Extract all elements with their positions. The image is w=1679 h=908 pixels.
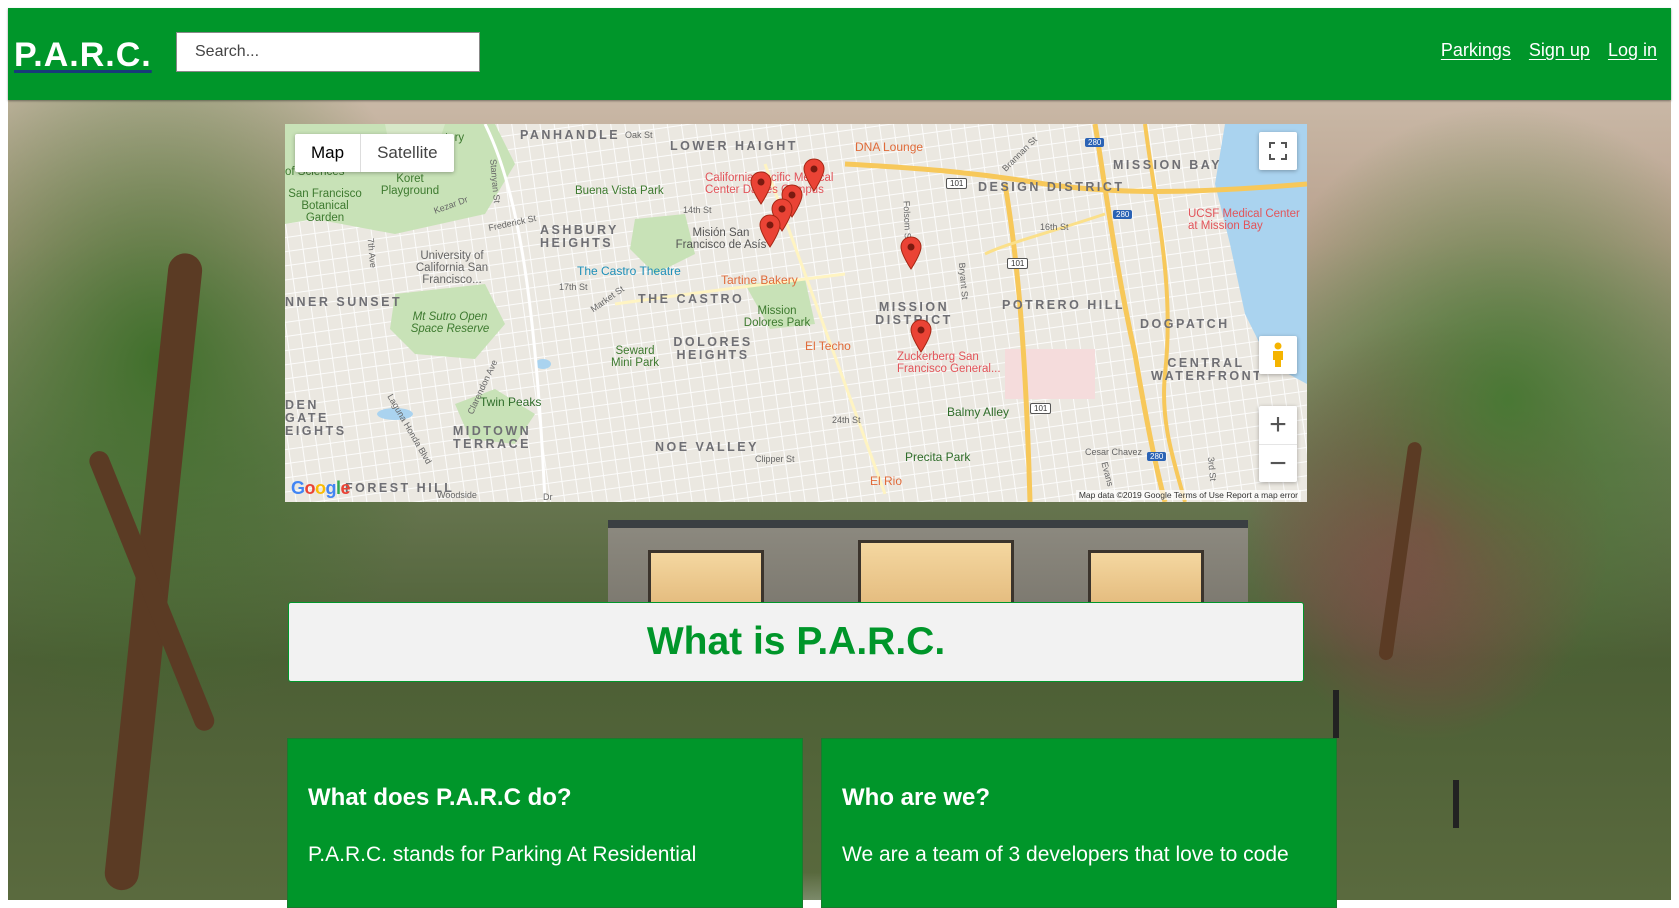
map-label-street: 3rd St <box>1205 456 1219 482</box>
map-label-area: DOGPATCH <box>1140 317 1230 331</box>
map-label-area: MIDTOWN TERRACE <box>452 424 532 451</box>
card-title: Who are we? <box>842 784 991 811</box>
highway-shield: 101 <box>1030 403 1052 414</box>
map-label-poi: Balmy Alley <box>947 405 1010 419</box>
info-card-who: Who are we? We are a team of 3 developer… <box>821 738 1337 908</box>
card-body: P.A.R.C. stands for Parking At Residenti… <box>308 843 697 866</box>
map-label-poi: Misión San Francisco de Asís <box>675 227 767 251</box>
nav-links: Parkings Sign up Log in <box>1441 40 1657 61</box>
map-label-park: Buena Vista Park <box>575 185 664 197</box>
map-label-poi: The Castro Theatre <box>577 264 681 278</box>
map-label-street: 17th St <box>559 282 588 292</box>
map-label-area: POTRERO HILL <box>1002 298 1126 312</box>
highway-shield: 101 <box>946 178 968 189</box>
map-label-area: PANHANDLE <box>520 128 621 142</box>
map-label-area: CENTRAL WATERFRONT <box>1151 356 1264 383</box>
map-label-park: Koret Playground <box>380 173 440 197</box>
map-marker-icon[interactable] <box>750 171 772 205</box>
highway-shield: 280 <box>1085 138 1105 147</box>
zoom-out-button[interactable]: − <box>1259 445 1297 483</box>
map-label-street: 14th St <box>683 205 712 215</box>
map-label-street: Oak St <box>625 130 653 140</box>
map-label-poi: University of California San Francisco..… <box>415 250 489 286</box>
google-logo: Google <box>291 478 351 498</box>
pegman-icon <box>1273 342 1283 367</box>
map-label-area: NNER SUNSET <box>285 295 403 309</box>
map-label-poi: El Techo <box>805 339 851 353</box>
map-label-area: DESIGN DISTRICT <box>978 180 1125 194</box>
map-label-area: ASHBURY HEIGHTS <box>540 223 619 250</box>
map-label-hospital: UCSF Medical Center at Mission Bay <box>1188 208 1300 232</box>
card-title: What does P.A.R.C do? <box>308 784 572 811</box>
nav-link-parkings[interactable]: Parkings <box>1441 40 1511 61</box>
map-label-street: Woodside <box>437 490 477 500</box>
highway-shield: 101 <box>1007 258 1029 269</box>
info-card-what: What does P.A.R.C do? P.A.R.C. stands fo… <box>287 738 803 908</box>
map-label-area: THE CASTRO <box>638 292 745 306</box>
map-label-poi: Twin Peaks <box>480 395 542 409</box>
about-title: What is P.A.R.C. <box>646 620 946 663</box>
fullscreen-icon <box>1269 142 1287 160</box>
map-type-satellite-button[interactable]: Satellite <box>361 134 453 172</box>
map-label-area: MISSION BAY <box>1113 158 1223 172</box>
zoom-in-button[interactable]: + <box>1259 406 1297 445</box>
site-logo[interactable]: P.A.R.C. <box>14 36 152 75</box>
map-label-street: Cesar Chavez <box>1085 447 1143 457</box>
map-type-map-button[interactable]: Map <box>295 134 362 172</box>
street-view-pegman-button[interactable] <box>1259 336 1297 374</box>
nav-link-sign-up[interactable]: Sign up <box>1529 40 1590 61</box>
map-marker-icon[interactable] <box>910 319 932 353</box>
map-label-hospital: California Pacific Medical Center Davies… <box>705 172 833 196</box>
google-map[interactable]: PANHANDLE LOWER HAIGHT MISSION BAY DESIG… <box>285 124 1307 502</box>
map-attribution[interactable]: Map data ©2019 Google Terms of Use Repor… <box>1075 490 1301 500</box>
map-label-area: DOLORES HEIGHTS <box>673 335 753 362</box>
highway-shield: 280 <box>1147 452 1167 461</box>
map-marker-icon[interactable] <box>803 158 825 192</box>
map-label-area: LOWER HAIGHT <box>670 139 798 153</box>
map-label-poi: DNA Lounge <box>855 140 924 154</box>
nav-link-log-in[interactable]: Log in <box>1608 40 1657 61</box>
map-label-park: Precita Park <box>905 450 971 464</box>
card-body: We are a team of 3 developers that love … <box>842 843 1289 866</box>
map-label-hospital: Zuckerberg San Francisco General... <box>897 351 1001 375</box>
map-label-poi: El Rio <box>870 474 903 488</box>
map-label-poi: Tartine Bakery <box>721 273 798 287</box>
map-label-park: Seward Mini Park <box>611 345 659 369</box>
map-type-control: Map Satellite <box>295 134 454 172</box>
map-label-park: Mission Dolores Park <box>743 305 811 329</box>
map-label-park: San Francisco Botanical Garden <box>288 188 362 224</box>
map-label-area: DEN GATE EIGHTS <box>285 398 347 438</box>
fullscreen-button[interactable] <box>1259 132 1297 170</box>
map-marker-icon[interactable] <box>759 214 781 248</box>
search-input[interactable] <box>176 32 480 72</box>
map-label-street: Clipper St <box>755 454 795 464</box>
map-marker-icon[interactable] <box>900 236 922 270</box>
map-label-park: Mt Sutro Open Space Reserve <box>410 311 490 335</box>
map-label-street: Dr <box>543 492 553 502</box>
map-label-area: NOE VALLEY <box>655 440 759 454</box>
map-label-street: 16th St <box>1040 222 1069 232</box>
map-label-street: 24th St <box>832 415 861 425</box>
top-navbar: P.A.R.C. Parkings Sign up Log in <box>8 8 1671 100</box>
about-banner: What is P.A.R.C. <box>288 602 1304 682</box>
zoom-control: + − <box>1259 406 1297 482</box>
highway-shield: 280 <box>1113 210 1133 219</box>
